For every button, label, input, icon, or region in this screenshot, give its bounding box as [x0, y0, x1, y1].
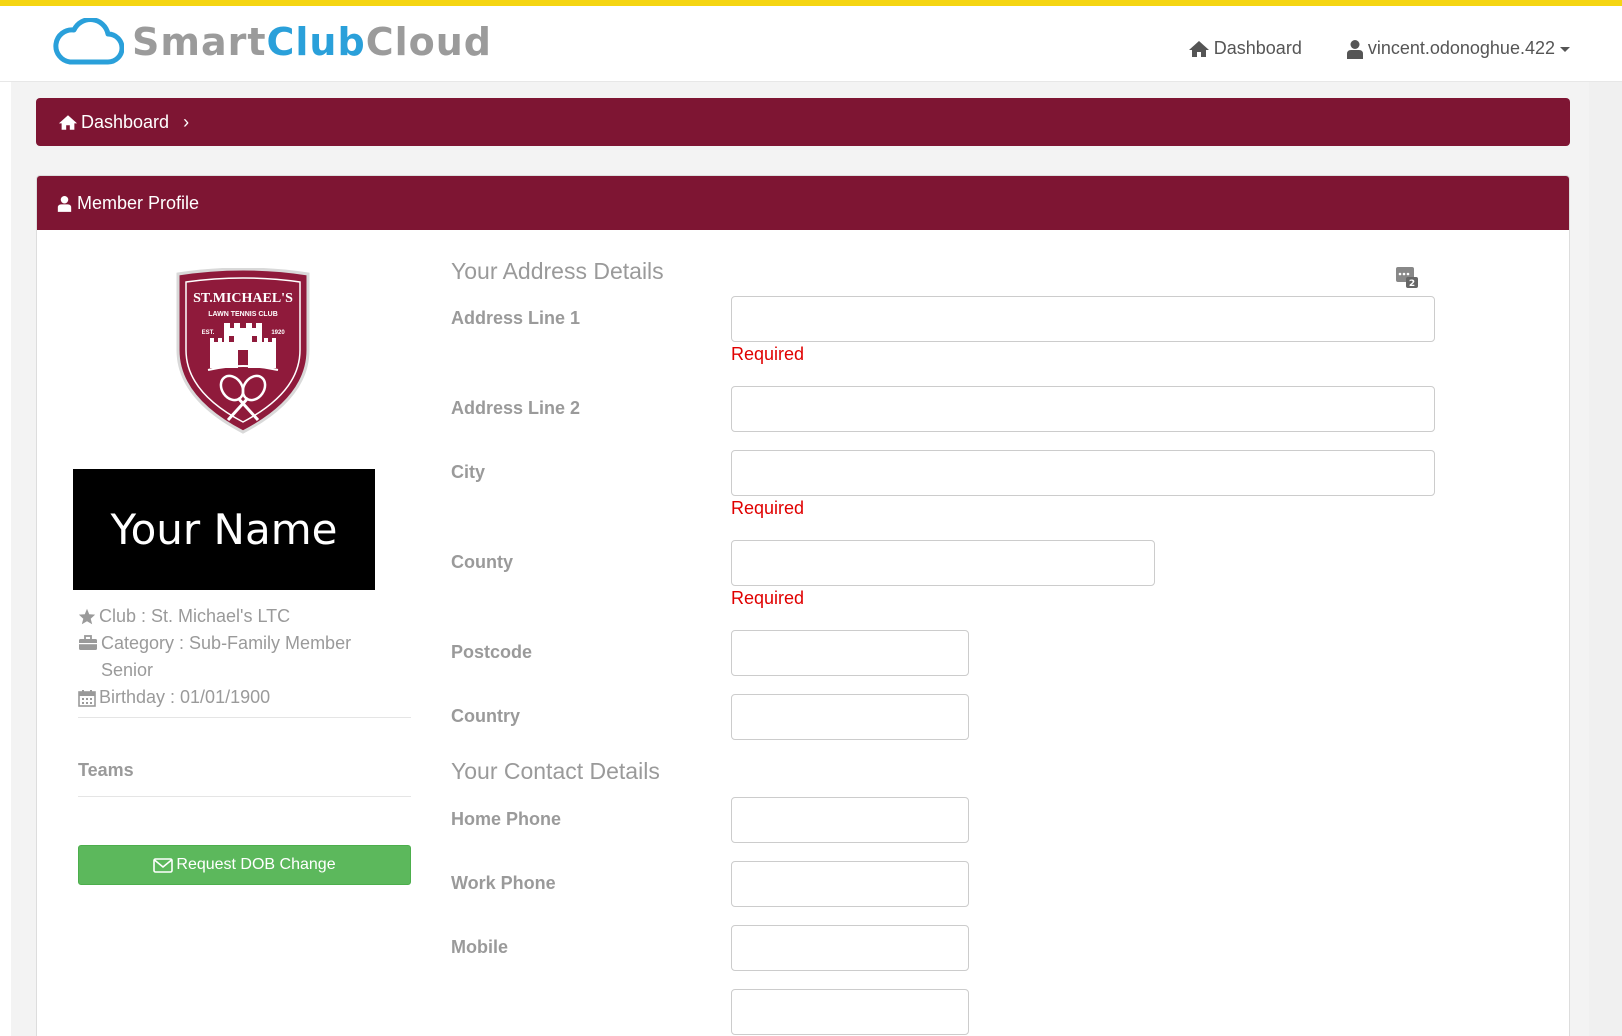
- panel-heading: Member Profile: [37, 176, 1569, 230]
- crest-club-name: ST.MICHAEL'S: [193, 291, 293, 306]
- club-info-text: Club : St. Michael's LTC: [99, 606, 291, 626]
- user-icon: [57, 195, 72, 212]
- brand-cloud-text: Cloud: [365, 20, 492, 64]
- site-header: SmartClubCloud Dashboard vincent.odonogh…: [0, 6, 1622, 82]
- address-line-2-input[interactable]: [731, 386, 1435, 432]
- country-input[interactable]: [731, 694, 969, 740]
- email-input[interactable]: [731, 989, 969, 1035]
- teams-label: Teams: [78, 760, 134, 780]
- work-phone-label: Work Phone: [451, 873, 556, 893]
- address-line-1-error: Required: [731, 344, 805, 364]
- scrollbar-gutter[interactable]: [1589, 82, 1622, 1036]
- address-section-title: Your Address Details: [451, 258, 664, 284]
- city-error: Required: [731, 498, 805, 518]
- member-name-display: Your Name: [73, 469, 375, 590]
- envelope-icon: [153, 857, 174, 873]
- address-line-1-label: Address Line 1: [451, 308, 581, 328]
- brand-logo[interactable]: SmartClubCloud: [52, 18, 492, 66]
- category-info-row: Category : Sub-Family Member Senior: [78, 630, 378, 684]
- country-label: Country: [451, 706, 520, 726]
- request-dob-change-button[interactable]: Request DOB Change: [78, 845, 411, 885]
- brand-club-text: Club: [266, 20, 366, 64]
- county-input[interactable]: [731, 540, 1155, 586]
- nav-dashboard-link[interactable]: Dashboard: [1188, 38, 1302, 59]
- chevron-down-icon: [1560, 47, 1570, 52]
- category-info-text: Category : Sub-Family Member Senior: [101, 633, 352, 680]
- brand-smart-text: Smart: [132, 20, 267, 64]
- postcode-label: Postcode: [451, 642, 533, 662]
- mobile-input[interactable]: [731, 925, 969, 971]
- breadcrumb: Dashboard ›: [36, 98, 1570, 146]
- top-nav: Dashboard vincent.odonoghue.422: [1144, 38, 1570, 59]
- birthday-info-text: Birthday : 01/01/1900: [99, 687, 271, 707]
- crest-subtitle: LAWN TENNIS CLUB: [208, 311, 278, 318]
- work-phone-input[interactable]: [731, 861, 969, 907]
- home-phone-input[interactable]: [731, 797, 969, 843]
- address-line-1-input[interactable]: [731, 296, 1435, 342]
- request-dob-change-label: Request DOB Change: [176, 856, 336, 873]
- user-icon: [1346, 39, 1363, 59]
- password-manager-icon[interactable]: 2: [1395, 265, 1419, 289]
- county-error: Required: [731, 588, 805, 608]
- user-menu-dropdown[interactable]: vincent.odonoghue.422: [1346, 38, 1570, 59]
- mobile-label: Mobile: [451, 937, 508, 957]
- nav-dashboard-label: Dashboard: [1213, 38, 1302, 58]
- crest-year: 1920: [271, 330, 285, 336]
- divider: [78, 796, 411, 797]
- club-crest-logo: ST.MICHAEL'S LAWN TENNIS CLUB EST. 1920: [174, 267, 312, 439]
- star-icon: [78, 608, 96, 625]
- city-input[interactable]: [731, 450, 1435, 496]
- briefcase-icon: [79, 635, 97, 650]
- home-icon: [58, 114, 78, 130]
- crest-est: EST.: [202, 330, 215, 336]
- cloud-icon: [53, 18, 124, 65]
- club-info-row: Club : St. Michael's LTC: [78, 603, 378, 630]
- member-info: Club : St. Michael's LTC Category : Sub-…: [78, 603, 378, 711]
- birthday-info-row: Birthday : 01/01/1900: [78, 684, 378, 711]
- city-label: City: [451, 462, 486, 482]
- panel-title: Member Profile: [77, 192, 200, 213]
- member-profile-panel: Member Profile ST.MICHAEL'S LAWN TENNIS …: [36, 175, 1570, 1036]
- home-icon: [1188, 40, 1209, 57]
- contact-section-title: Your Contact Details: [451, 758, 660, 784]
- user-menu-label: vincent.odonoghue.422: [1367, 38, 1555, 58]
- postcode-input[interactable]: [731, 630, 969, 676]
- calendar-icon: [78, 690, 96, 707]
- divider: [78, 717, 411, 718]
- svg-text:2: 2: [1409, 279, 1415, 289]
- county-label: County: [451, 552, 513, 572]
- address-line-2-label: Address Line 2: [451, 398, 581, 418]
- home-phone-label: Home Phone: [451, 809, 562, 829]
- breadcrumb-separator: ›: [183, 111, 190, 132]
- breadcrumb-dashboard-link[interactable]: Dashboard: [81, 112, 169, 133]
